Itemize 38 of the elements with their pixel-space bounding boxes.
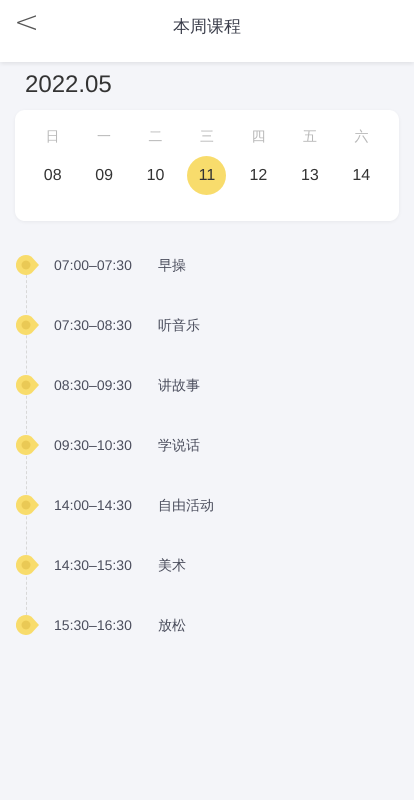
course-name: 美术 xyxy=(158,556,186,575)
course-name: 讲故事 xyxy=(158,376,200,395)
pin-icon xyxy=(16,315,39,335)
time-range: 08:30–09:30 xyxy=(54,376,133,395)
weekday-label: 日 xyxy=(46,127,60,146)
day-button[interactable]: 09 xyxy=(84,156,124,195)
pin-icon xyxy=(16,255,39,275)
back-button[interactable]: < xyxy=(14,8,40,38)
pin-icon xyxy=(16,435,39,455)
course-name: 听音乐 xyxy=(158,316,200,335)
page-title: 本周课程 xyxy=(173,16,241,38)
day-button[interactable]: 08 xyxy=(33,156,72,195)
weekday-label: 二 xyxy=(148,127,163,146)
time-range: 14:30–15:30 xyxy=(54,556,133,575)
time-range: 07:30–08:30 xyxy=(54,316,133,335)
time-range: 14:00–14:30 xyxy=(54,496,133,515)
weekday-label: 三 xyxy=(200,127,214,146)
weekday-label: 一 xyxy=(97,127,112,146)
pin-icon xyxy=(16,555,39,575)
day-button[interactable]: 13 xyxy=(290,156,330,195)
day-button[interactable]: 14 xyxy=(342,156,381,195)
course-name: 早操 xyxy=(158,256,186,275)
day-button[interactable]: 10 xyxy=(136,156,176,195)
day-button[interactable]: 11 xyxy=(187,156,226,195)
time-range: 09:30–10:30 xyxy=(54,436,133,455)
pin-icon xyxy=(16,495,39,515)
weekday-label: 五 xyxy=(302,127,317,146)
time-range: 07:00–07:30 xyxy=(54,256,133,275)
weekday-label: 六 xyxy=(354,127,368,146)
pin-icon xyxy=(16,375,39,395)
course-name: 自由活动 xyxy=(158,496,214,515)
course-name: 放松 xyxy=(158,616,186,635)
pin-icon xyxy=(16,615,39,635)
day-button[interactable]: 12 xyxy=(238,156,278,195)
course-name: 学说话 xyxy=(158,436,200,455)
time-range: 15:30–16:30 xyxy=(54,616,133,635)
weekday-label: 四 xyxy=(251,127,266,146)
month-label: 2022.05 xyxy=(25,70,113,100)
